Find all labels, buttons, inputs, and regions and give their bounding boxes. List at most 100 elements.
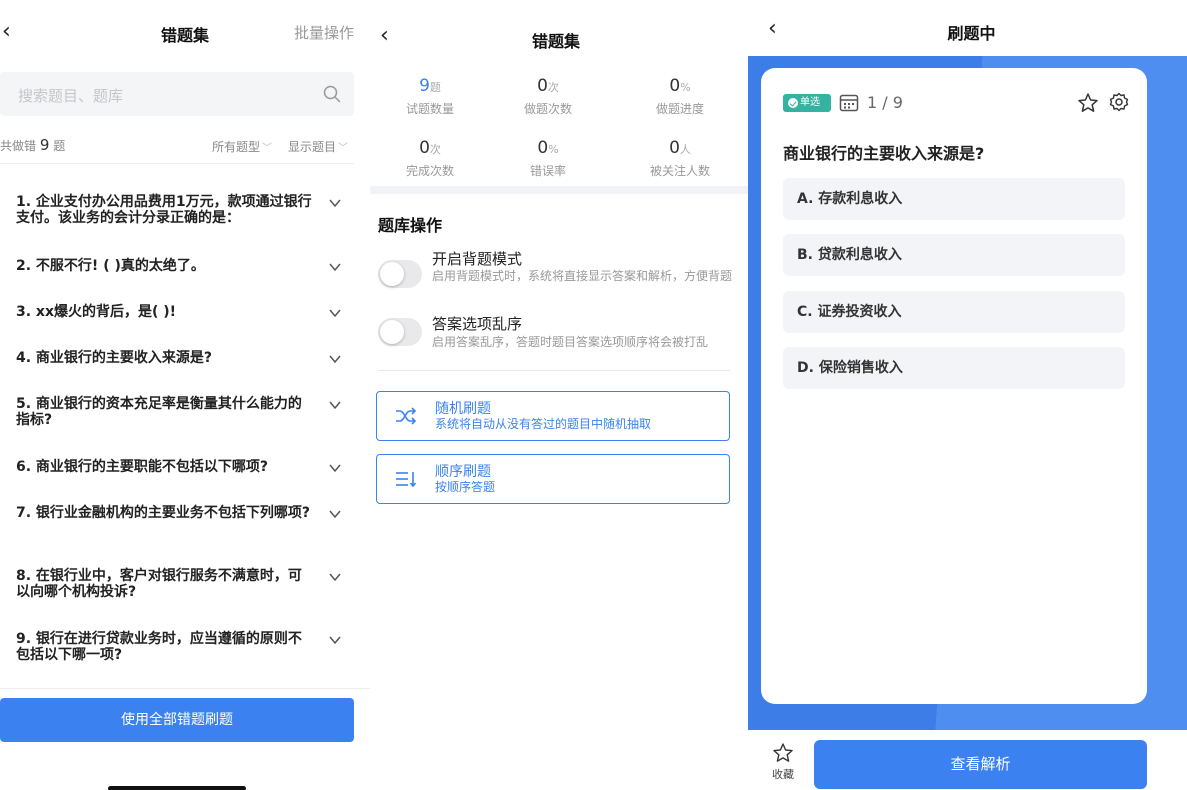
nav-bar: ‹ 错题集: [370, 0, 748, 56]
sequential-practice-button[interactable]: 顺序刷题 按顺序答题: [376, 454, 730, 504]
stat-label: 被关注人数: [649, 164, 710, 178]
section-title: 题库操作: [378, 216, 443, 235]
stat-label: 试题数量: [405, 102, 454, 116]
chevron-down-icon[interactable]: [328, 260, 342, 274]
chevron-down-icon[interactable]: [328, 398, 342, 412]
question-card: 单选 1 / 9 商业银行的主要收入来源是? A. 存款利息收入 B. 贷款利息…: [761, 68, 1147, 704]
summary-bar: 共做错 9 题 所有题型 ﹀ 显示题目 ﹀: [0, 134, 370, 156]
nav-bar: ‹ 错题集 批量操作: [0, 0, 370, 56]
stat-number: 0: [537, 76, 548, 96]
stat-value: 0%: [488, 138, 608, 160]
filter-type-label: 所有题型: [212, 140, 261, 154]
stat-number: 0: [419, 138, 430, 158]
question-text: 商业银行的主要收入来源是?: [783, 144, 985, 163]
nav-bar: ‹ 刷题中: [748, 0, 1187, 56]
option-title: 答案选项乱序: [432, 315, 523, 333]
option-description: 启用背题模式时，系统将直接显示答案和解析，方便背题: [432, 269, 733, 283]
search-placeholder: 搜索题目、题库: [18, 87, 124, 105]
question-text: 7. 银行业金融机构的主要业务不包括下列哪项?: [16, 505, 311, 521]
stat-label: 错误率: [529, 164, 566, 178]
question-text: 3. xx爆火的背后，是( )!: [16, 304, 177, 320]
stat-completion-times: 0次 完成次数: [370, 138, 490, 179]
filter-show-label: 显示题目: [288, 140, 337, 154]
answer-sheet-icon[interactable]: [839, 94, 859, 112]
question-type-badge: 单选: [783, 94, 831, 112]
search-icon[interactable]: [322, 84, 342, 104]
stat-unit: %: [680, 81, 691, 94]
view-explanation-button[interactable]: 查看解析: [814, 740, 1147, 789]
count-prefix: 共做错: [0, 139, 37, 153]
stat-number: 9: [419, 76, 430, 96]
sort-list-icon: [396, 472, 417, 488]
chevron-down-icon: ﹀: [262, 143, 273, 154]
divider: [0, 688, 370, 689]
option-title: 开启背题模式: [432, 250, 523, 268]
question-text: 9. 银行在进行贷款业务时，应当遵循的原则不包括以下哪一项?: [16, 631, 302, 663]
stat-followers: 0人 被关注人数: [620, 138, 740, 179]
search-input[interactable]: 搜索题目、题库: [0, 72, 354, 116]
stat-label: 做题次数: [523, 102, 572, 116]
favorite-button[interactable]: 收藏: [768, 742, 798, 782]
stat-unit: 次: [547, 81, 559, 94]
home-indicator: [108, 786, 246, 790]
stat-unit: 次: [429, 143, 441, 156]
question-text: 2. 不服不行! ( )真的太绝了。: [16, 258, 205, 274]
question-text: 1. 企业支付办公用品费用1万元，款项通过银行支付。该业务的会计分录正确的是：: [16, 194, 312, 226]
batch-operation-button[interactable]: 批量操作: [294, 22, 354, 43]
question-type-filter[interactable]: 所有题型 ﹀: [212, 138, 272, 155]
stat-question-count: 9题 试题数量: [370, 76, 490, 117]
star-icon[interactable]: [1077, 92, 1099, 114]
question-text: 5. 商业银行的资本充足率是衡量其什么能力的指标?: [16, 396, 302, 428]
chevron-down-icon[interactable]: [328, 196, 342, 210]
chevron-down-icon[interactable]: [328, 461, 342, 475]
question-text: 6. 商业银行的主要职能不包括以下哪项?: [16, 459, 269, 475]
shuffle-options-toggle[interactable]: [378, 318, 422, 346]
page-title: 刷题中: [947, 24, 996, 43]
choice-d[interactable]: D. 保险销售收入: [783, 347, 1125, 389]
stat-value: 0次: [370, 138, 490, 160]
option-description: 启用答案乱序，答题时题目答案选项顺序将会被打乱: [432, 335, 709, 349]
stat-error-rate: 0% 错误率: [488, 138, 608, 179]
practice-all-button[interactable]: 使用全部错题刷题: [0, 698, 354, 742]
divider: [378, 370, 730, 371]
divider: [0, 163, 354, 164]
count-suffix: 题: [53, 139, 66, 153]
chevron-down-icon[interactable]: [328, 507, 342, 521]
recite-mode-toggle[interactable]: [378, 260, 422, 288]
stat-number: 0: [669, 138, 680, 158]
mode-title: 顺序刷题: [435, 464, 491, 480]
mode-description: 系统将自动从没有答过的题目中随机抽取: [435, 417, 652, 431]
chevron-down-icon: ﹀: [338, 143, 349, 154]
stat-unit: 题: [429, 81, 441, 94]
stat-value: 0人: [620, 138, 740, 160]
choice-c[interactable]: C. 证券投资收入: [783, 291, 1125, 333]
random-practice-button[interactable]: 随机刷题 系统将自动从没有答过的题目中随机抽取: [376, 391, 730, 441]
chevron-down-icon[interactable]: [328, 352, 342, 366]
stat-progress: 0% 做题进度: [620, 76, 740, 117]
question-text: 8. 在银行业中，客户对银行服务不满意时，可以向哪个机构投诉?: [16, 568, 302, 600]
stat-label: 完成次数: [405, 164, 454, 178]
star-icon: [773, 743, 793, 762]
display-filter[interactable]: 显示题目 ﹀: [288, 138, 348, 155]
choice-b[interactable]: B. 贷款利息收入: [783, 234, 1125, 276]
chevron-down-icon[interactable]: [328, 633, 342, 647]
stat-value: 9题: [370, 76, 490, 98]
choice-a[interactable]: A. 存款利息收入: [783, 178, 1125, 220]
stat-value: 0次: [488, 76, 608, 98]
stat-number: 0: [537, 138, 549, 158]
mode-title: 随机刷题: [435, 401, 491, 417]
wrong-questions-list-screen: ‹ 错题集 批量操作 搜索题目、题库 共做错 9 题 所有题型 ﹀ 显示题目 ﹀ 1…: [0, 0, 370, 790]
chevron-down-icon[interactable]: [328, 306, 342, 320]
stat-unit: 人: [679, 143, 691, 156]
stat-unit: %: [548, 143, 559, 156]
gear-icon[interactable]: [1109, 92, 1129, 112]
shuffle-icon: [396, 407, 417, 425]
wrong-count: 共做错 9 题: [0, 136, 65, 154]
chevron-down-icon[interactable]: [328, 570, 342, 584]
practice-screen: ‹ 刷题中 单选 1 / 9 商业银行的主要收入来源是? A. 存款利息收入 B…: [748, 0, 1187, 790]
stat-value: 0%: [620, 76, 740, 98]
favorite-label: 收藏: [772, 768, 794, 781]
question-index: 1 / 9: [867, 93, 903, 112]
section-separator: [370, 186, 748, 194]
mode-description: 按顺序答题: [435, 480, 496, 494]
